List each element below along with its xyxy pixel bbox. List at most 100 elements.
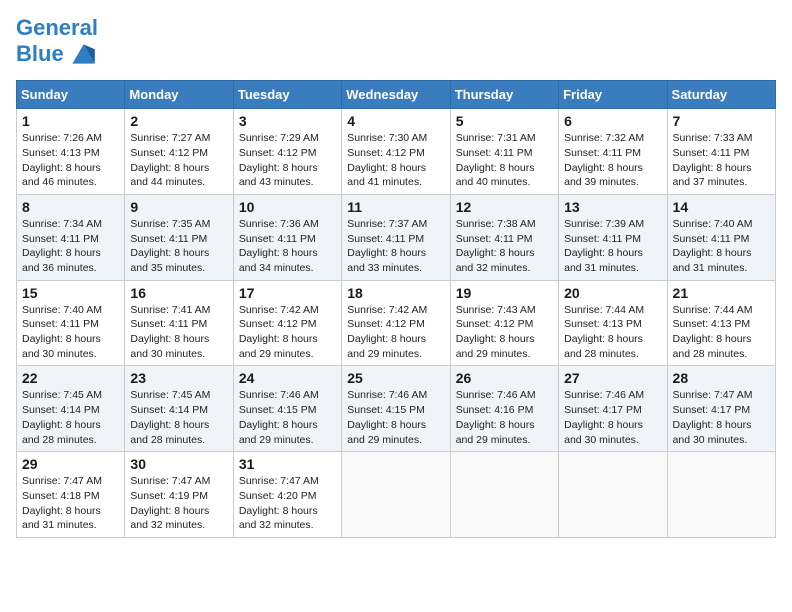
col-header-friday: Friday [559,81,667,109]
day-cell [559,452,667,538]
day-cell: 19 Sunrise: 7:43 AM Sunset: 4:12 PM Dayl… [450,280,558,366]
day-number: 7 [673,113,770,129]
day-number: 12 [456,199,553,215]
day-cell: 17 Sunrise: 7:42 AM Sunset: 4:12 PM Dayl… [233,280,341,366]
day-info: Sunrise: 7:42 AM Sunset: 4:12 PM Dayligh… [239,303,336,362]
day-info: Sunrise: 7:40 AM Sunset: 4:11 PM Dayligh… [22,303,119,362]
day-info: Sunrise: 7:44 AM Sunset: 4:13 PM Dayligh… [673,303,770,362]
day-info: Sunrise: 7:46 AM Sunset: 4:15 PM Dayligh… [347,388,444,447]
day-number: 5 [456,113,553,129]
day-info: Sunrise: 7:27 AM Sunset: 4:12 PM Dayligh… [130,131,227,190]
logo: General Blue [16,16,98,68]
day-cell: 15 Sunrise: 7:40 AM Sunset: 4:11 PM Dayl… [17,280,125,366]
day-number: 3 [239,113,336,129]
day-info: Sunrise: 7:32 AM Sunset: 4:11 PM Dayligh… [564,131,661,190]
day-info: Sunrise: 7:47 AM Sunset: 4:18 PM Dayligh… [22,474,119,533]
day-cell: 9 Sunrise: 7:35 AM Sunset: 4:11 PM Dayli… [125,194,233,280]
day-cell: 25 Sunrise: 7:46 AM Sunset: 4:15 PM Dayl… [342,366,450,452]
day-number: 20 [564,285,661,301]
day-number: 26 [456,370,553,386]
day-cell: 6 Sunrise: 7:32 AM Sunset: 4:11 PM Dayli… [559,109,667,195]
col-header-saturday: Saturday [667,81,775,109]
day-cell: 28 Sunrise: 7:47 AM Sunset: 4:17 PM Dayl… [667,366,775,452]
day-cell: 22 Sunrise: 7:45 AM Sunset: 4:14 PM Dayl… [17,366,125,452]
day-cell: 20 Sunrise: 7:44 AM Sunset: 4:13 PM Dayl… [559,280,667,366]
day-info: Sunrise: 7:33 AM Sunset: 4:11 PM Dayligh… [673,131,770,190]
week-row-3: 15 Sunrise: 7:40 AM Sunset: 4:11 PM Dayl… [17,280,776,366]
day-number: 11 [347,199,444,215]
day-info: Sunrise: 7:26 AM Sunset: 4:13 PM Dayligh… [22,131,119,190]
calendar-table: SundayMondayTuesdayWednesdayThursdayFrid… [16,80,776,538]
col-header-thursday: Thursday [450,81,558,109]
day-number: 13 [564,199,661,215]
day-number: 24 [239,370,336,386]
page-header: General Blue [16,16,776,68]
day-info: Sunrise: 7:47 AM Sunset: 4:19 PM Dayligh… [130,474,227,533]
day-cell: 26 Sunrise: 7:46 AM Sunset: 4:16 PM Dayl… [450,366,558,452]
day-number: 1 [22,113,119,129]
day-cell: 14 Sunrise: 7:40 AM Sunset: 4:11 PM Dayl… [667,194,775,280]
day-cell: 12 Sunrise: 7:38 AM Sunset: 4:11 PM Dayl… [450,194,558,280]
day-info: Sunrise: 7:39 AM Sunset: 4:11 PM Dayligh… [564,217,661,276]
day-number: 23 [130,370,227,386]
day-number: 22 [22,370,119,386]
day-info: Sunrise: 7:46 AM Sunset: 4:16 PM Dayligh… [456,388,553,447]
day-info: Sunrise: 7:40 AM Sunset: 4:11 PM Dayligh… [673,217,770,276]
week-row-4: 22 Sunrise: 7:45 AM Sunset: 4:14 PM Dayl… [17,366,776,452]
day-cell: 24 Sunrise: 7:46 AM Sunset: 4:15 PM Dayl… [233,366,341,452]
day-info: Sunrise: 7:34 AM Sunset: 4:11 PM Dayligh… [22,217,119,276]
day-number: 19 [456,285,553,301]
day-info: Sunrise: 7:29 AM Sunset: 4:12 PM Dayligh… [239,131,336,190]
day-number: 29 [22,456,119,472]
day-number: 16 [130,285,227,301]
week-row-2: 8 Sunrise: 7:34 AM Sunset: 4:11 PM Dayli… [17,194,776,280]
day-cell: 23 Sunrise: 7:45 AM Sunset: 4:14 PM Dayl… [125,366,233,452]
day-number: 9 [130,199,227,215]
day-cell: 16 Sunrise: 7:41 AM Sunset: 4:11 PM Dayl… [125,280,233,366]
week-row-5: 29 Sunrise: 7:47 AM Sunset: 4:18 PM Dayl… [17,452,776,538]
day-info: Sunrise: 7:44 AM Sunset: 4:13 PM Dayligh… [564,303,661,362]
day-number: 8 [22,199,119,215]
day-number: 4 [347,113,444,129]
col-header-monday: Monday [125,81,233,109]
day-number: 10 [239,199,336,215]
day-cell: 4 Sunrise: 7:30 AM Sunset: 4:12 PM Dayli… [342,109,450,195]
day-info: Sunrise: 7:37 AM Sunset: 4:11 PM Dayligh… [347,217,444,276]
day-cell [450,452,558,538]
day-number: 30 [130,456,227,472]
day-cell: 29 Sunrise: 7:47 AM Sunset: 4:18 PM Dayl… [17,452,125,538]
day-number: 14 [673,199,770,215]
day-cell [342,452,450,538]
day-cell: 13 Sunrise: 7:39 AM Sunset: 4:11 PM Dayl… [559,194,667,280]
day-number: 31 [239,456,336,472]
logo-icon [66,40,98,68]
day-number: 18 [347,285,444,301]
day-info: Sunrise: 7:46 AM Sunset: 4:15 PM Dayligh… [239,388,336,447]
day-cell: 11 Sunrise: 7:37 AM Sunset: 4:11 PM Dayl… [342,194,450,280]
col-header-wednesday: Wednesday [342,81,450,109]
day-number: 2 [130,113,227,129]
day-cell: 27 Sunrise: 7:46 AM Sunset: 4:17 PM Dayl… [559,366,667,452]
day-info: Sunrise: 7:45 AM Sunset: 4:14 PM Dayligh… [22,388,119,447]
day-cell: 18 Sunrise: 7:42 AM Sunset: 4:12 PM Dayl… [342,280,450,366]
day-info: Sunrise: 7:30 AM Sunset: 4:12 PM Dayligh… [347,131,444,190]
day-info: Sunrise: 7:36 AM Sunset: 4:11 PM Dayligh… [239,217,336,276]
day-cell: 31 Sunrise: 7:47 AM Sunset: 4:20 PM Dayl… [233,452,341,538]
day-cell: 8 Sunrise: 7:34 AM Sunset: 4:11 PM Dayli… [17,194,125,280]
day-cell: 10 Sunrise: 7:36 AM Sunset: 4:11 PM Dayl… [233,194,341,280]
day-info: Sunrise: 7:46 AM Sunset: 4:17 PM Dayligh… [564,388,661,447]
day-info: Sunrise: 7:42 AM Sunset: 4:12 PM Dayligh… [347,303,444,362]
day-number: 17 [239,285,336,301]
col-header-tuesday: Tuesday [233,81,341,109]
day-number: 6 [564,113,661,129]
col-header-sunday: Sunday [17,81,125,109]
day-info: Sunrise: 7:31 AM Sunset: 4:11 PM Dayligh… [456,131,553,190]
day-number: 15 [22,285,119,301]
week-row-1: 1 Sunrise: 7:26 AM Sunset: 4:13 PM Dayli… [17,109,776,195]
day-cell: 2 Sunrise: 7:27 AM Sunset: 4:12 PM Dayli… [125,109,233,195]
day-cell [667,452,775,538]
day-cell: 1 Sunrise: 7:26 AM Sunset: 4:13 PM Dayli… [17,109,125,195]
day-info: Sunrise: 7:38 AM Sunset: 4:11 PM Dayligh… [456,217,553,276]
day-info: Sunrise: 7:35 AM Sunset: 4:11 PM Dayligh… [130,217,227,276]
day-number: 27 [564,370,661,386]
